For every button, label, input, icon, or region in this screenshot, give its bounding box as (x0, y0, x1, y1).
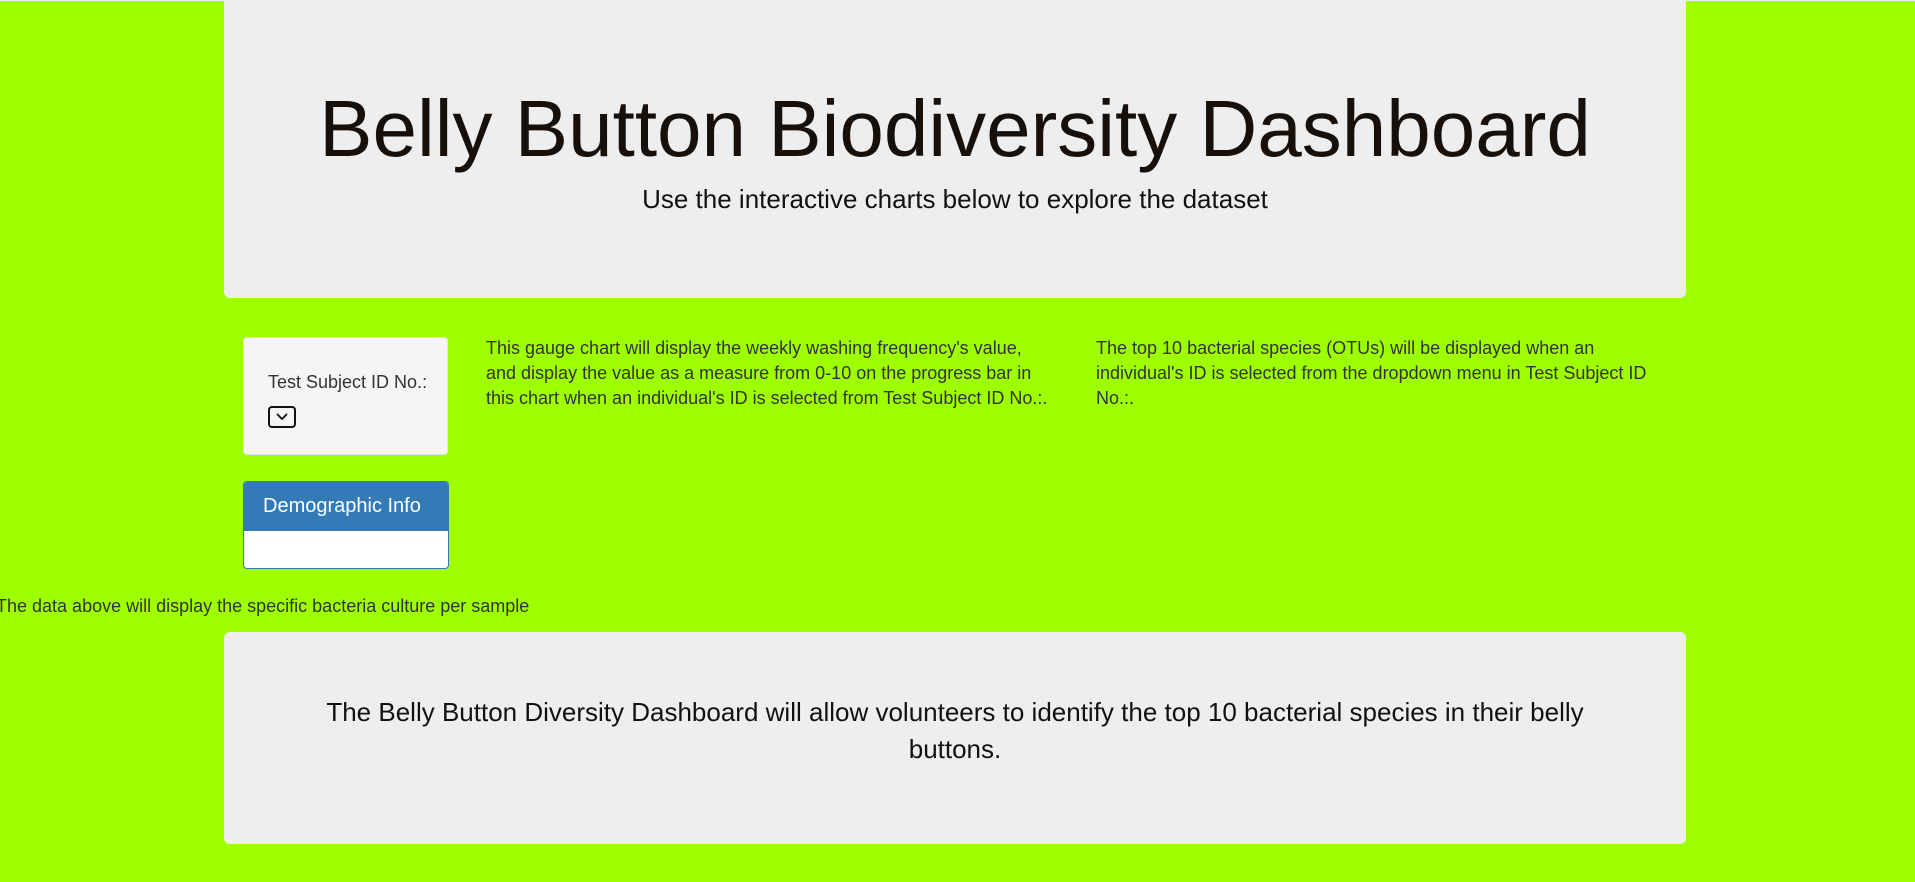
demographic-info-panel: Demographic Info (243, 481, 449, 569)
footer-text: The Belly Button Diversity Dashboard wil… (326, 697, 1584, 764)
subject-id-label: Test Subject ID No.: (268, 372, 428, 392)
page-title: Belly Button Biodiversity Dashboard (319, 84, 1591, 173)
subject-id-dropdown[interactable] (268, 406, 296, 428)
demographic-info-heading: Demographic Info (244, 482, 448, 531)
header-jumbotron: Belly Button Biodiversity Dashboard Use … (224, 0, 1686, 298)
page-subtitle: Use the interactive charts below to expl… (642, 184, 1268, 214)
chevron-down-icon (276, 413, 288, 420)
subject-selector-well: Test Subject ID No.: (243, 337, 448, 455)
bubble-chart-description: The data above will display the specific… (0, 596, 530, 616)
demographic-info-body (244, 531, 448, 568)
gauge-chart-description: This gauge chart will display the weekly… (486, 338, 1048, 408)
bar-chart-description: The top 10 bacterial species (OTUs) will… (1096, 338, 1647, 408)
footer-well: The Belly Button Diversity Dashboard wil… (224, 632, 1686, 844)
